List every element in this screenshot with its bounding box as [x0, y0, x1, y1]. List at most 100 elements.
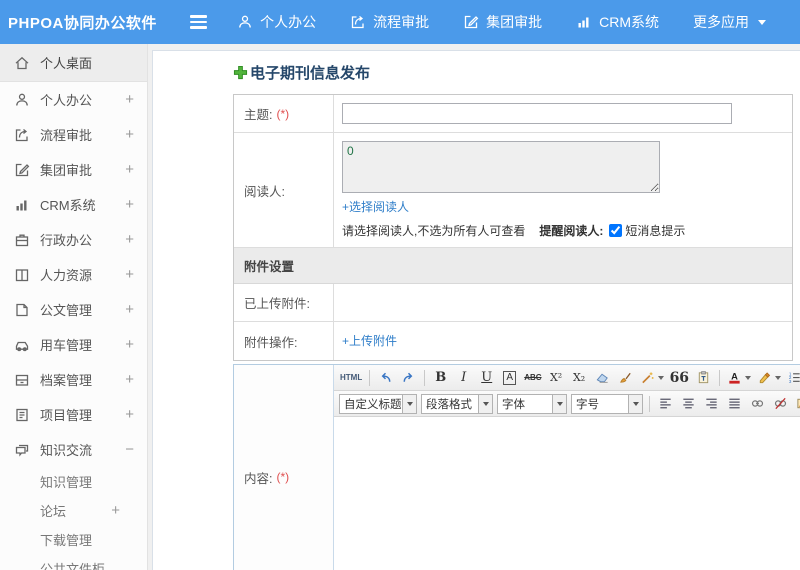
sidebar-item-download-management[interactable]: 下载管理: [0, 525, 147, 554]
sidebar-item-label: 论坛: [40, 504, 67, 519]
car-icon: [14, 337, 30, 353]
sidebar-item-label: 用车管理: [40, 338, 93, 353]
hamburger-menu-icon[interactable]: [190, 15, 208, 29]
sidebar-item-personal-desktop[interactable]: 个人桌面: [0, 44, 147, 82]
italic-button[interactable]: I: [453, 367, 474, 388]
strikethrough-button[interactable]: ABC: [522, 367, 543, 388]
edit-icon: [463, 14, 479, 30]
align-center-button[interactable]: [678, 393, 699, 414]
sms-checkbox[interactable]: [609, 224, 623, 237]
sidebar-item-label: 个人办公: [40, 93, 93, 108]
expand-plus-icon[interactable]: +: [125, 231, 134, 248]
nav-group-approval[interactable]: 集团审批: [463, 12, 542, 32]
combo-selected-value: 字号: [576, 398, 599, 411]
nav-personal-office[interactable]: 个人办公: [237, 12, 316, 32]
paragraph-format-select[interactable]: 段落格式: [421, 393, 493, 414]
expand-plus-icon[interactable]: +: [125, 301, 134, 318]
expand-plus-icon[interactable]: +: [125, 91, 134, 108]
blockquote-button[interactable]: 66: [668, 367, 691, 388]
sidebar-item-label: 知识交流: [40, 443, 93, 458]
custom-title-select[interactable]: 自定义标题: [339, 393, 417, 414]
highlight-button[interactable]: [755, 367, 783, 388]
person-icon: [14, 92, 30, 108]
sidebar-item-vehicle-management[interactable]: 用车管理 +: [0, 327, 147, 362]
align-right-button[interactable]: [701, 393, 722, 414]
expand-plus-icon[interactable]: +: [125, 406, 134, 423]
sidebar-item-group-approval[interactable]: 集团审批 +: [0, 152, 147, 187]
uploaded-attachments-label: 已上传附件:: [244, 297, 310, 311]
underline-button[interactable]: U: [476, 367, 497, 388]
subject-input[interactable]: [342, 103, 732, 124]
font-color-button[interactable]: A: [725, 367, 753, 388]
expand-plus-icon[interactable]: +: [125, 161, 134, 178]
app-header: PHPOA协同办公软件 个人办公 流程审批 集团审批 CRM系统 更多应用: [0, 0, 800, 44]
sidebar-item-knowledge-exchange[interactable]: 知识交流 −: [0, 432, 147, 467]
redo-button[interactable]: [398, 367, 419, 388]
chevron-down-icon[interactable]: [402, 394, 416, 413]
sidebar-item-label: 下载管理: [40, 533, 93, 548]
ordered-list-button[interactable]: 123: [785, 367, 800, 388]
sidebar-item-personal-office[interactable]: 个人办公 +: [0, 82, 147, 117]
sidebar-item-label: 集团审批: [40, 163, 93, 178]
expand-plus-icon[interactable]: +: [111, 502, 120, 519]
sidebar-item-crm-system[interactable]: CRM系统 +: [0, 187, 147, 222]
editor-canvas[interactable]: [334, 417, 800, 570]
align-left-button[interactable]: [655, 393, 676, 414]
sidebar-item-knowledge-management[interactable]: 知识管理: [0, 467, 147, 496]
sidebar-item-forum[interactable]: 论坛 +: [0, 496, 147, 525]
sidebar-item-document-management[interactable]: 公文管理 +: [0, 292, 147, 327]
rich-text-editor: HTML B I U A ABC X² X₂ 66 A 1 2 3 自定义标题 段落格式 字体 字号: [334, 365, 800, 570]
uploaded-attachments-row: 已上传附件:: [234, 284, 792, 322]
expand-plus-icon[interactable]: +: [125, 196, 134, 213]
expand-plus-icon[interactable]: +: [125, 371, 134, 388]
unlink-button[interactable]: [770, 393, 791, 414]
content-row: 内容: (*) HTML B I U A ABC X² X₂ 66 A 1 2 3 自定义标题 段落格式字…: [233, 364, 800, 570]
paste-text-button[interactable]: [693, 367, 714, 388]
sidebar-item-public-file-cabinet[interactable]: 公共文件柜: [0, 554, 147, 570]
readers-row: 阅读人: 0 +选择阅读人 请选择阅读人,不选为所有人可查看 提醒阅读人: 短消…: [234, 133, 792, 248]
insert-image-button[interactable]: [793, 393, 800, 414]
chevron-down-icon[interactable]: [478, 394, 492, 413]
sidebar-item-admin-office[interactable]: 行政办公 +: [0, 222, 147, 257]
undo-button[interactable]: [375, 367, 396, 388]
subscript-button[interactable]: X₂: [569, 367, 590, 388]
font-family-select[interactable]: 字体: [497, 393, 567, 414]
subject-label: 主题:: [244, 108, 273, 122]
source-code-button[interactable]: HTML: [338, 367, 364, 388]
sidebar-item-human-resources[interactable]: 人力资源 +: [0, 257, 147, 292]
font-size-select[interactable]: 字号: [571, 393, 643, 414]
bold-button[interactable]: B: [430, 367, 451, 388]
font-border-button[interactable]: A: [499, 367, 520, 388]
nav-more-apps[interactable]: 更多应用: [693, 12, 766, 32]
sidebar-item-label: 公文管理: [40, 303, 93, 318]
expand-plus-icon[interactable]: +: [125, 336, 134, 353]
expand-plus-icon[interactable]: +: [125, 126, 134, 143]
flow-icon: [14, 127, 30, 143]
justify-button[interactable]: [724, 393, 745, 414]
nav-crm-system[interactable]: CRM系统: [576, 12, 659, 32]
readers-textarea[interactable]: 0: [342, 141, 660, 193]
sidebar-item-project-management[interactable]: 项目管理 +: [0, 397, 147, 432]
subject-field-cell: [334, 95, 792, 132]
chevron-down-icon[interactable]: [628, 394, 642, 413]
toolbar-separator: [649, 395, 650, 412]
auto-typeset-button[interactable]: [638, 367, 666, 388]
caret-down-icon: [657, 375, 664, 380]
superscript-button[interactable]: X²: [546, 367, 567, 388]
caret-down-icon: [775, 375, 782, 380]
link-button[interactable]: [747, 393, 768, 414]
upload-attachment-link[interactable]: +上传附件: [342, 332, 397, 349]
readers-note: 请选择阅读人,不选为所有人可查看: [342, 224, 526, 238]
sidebar-item-workflow-approval[interactable]: 流程审批 +: [0, 117, 147, 152]
journal-publish-form: 电子期刊信息发布 主题: (*) 阅读人: 0 +选择阅读人 请选择阅读人,不选…: [233, 63, 800, 570]
collapse-minus-icon[interactable]: −: [125, 441, 134, 458]
expand-plus-icon[interactable]: +: [125, 266, 134, 283]
sidebar-item-label: 档案管理: [40, 373, 93, 388]
nav-workflow-approval[interactable]: 流程审批: [350, 12, 429, 32]
sidebar-menu: 个人桌面 个人办公 + 流程审批 + 集团审批 + CRM系统 + 行政办公 + 人力资源 + 公文管理 +…: [0, 44, 148, 570]
sidebar-item-archive-management[interactable]: 档案管理 +: [0, 362, 147, 397]
eraser-button[interactable]: [592, 367, 613, 388]
chevron-down-icon[interactable]: [552, 394, 566, 413]
choose-readers-link[interactable]: +选择阅读人: [342, 198, 409, 215]
format-painter-button[interactable]: [615, 367, 636, 388]
